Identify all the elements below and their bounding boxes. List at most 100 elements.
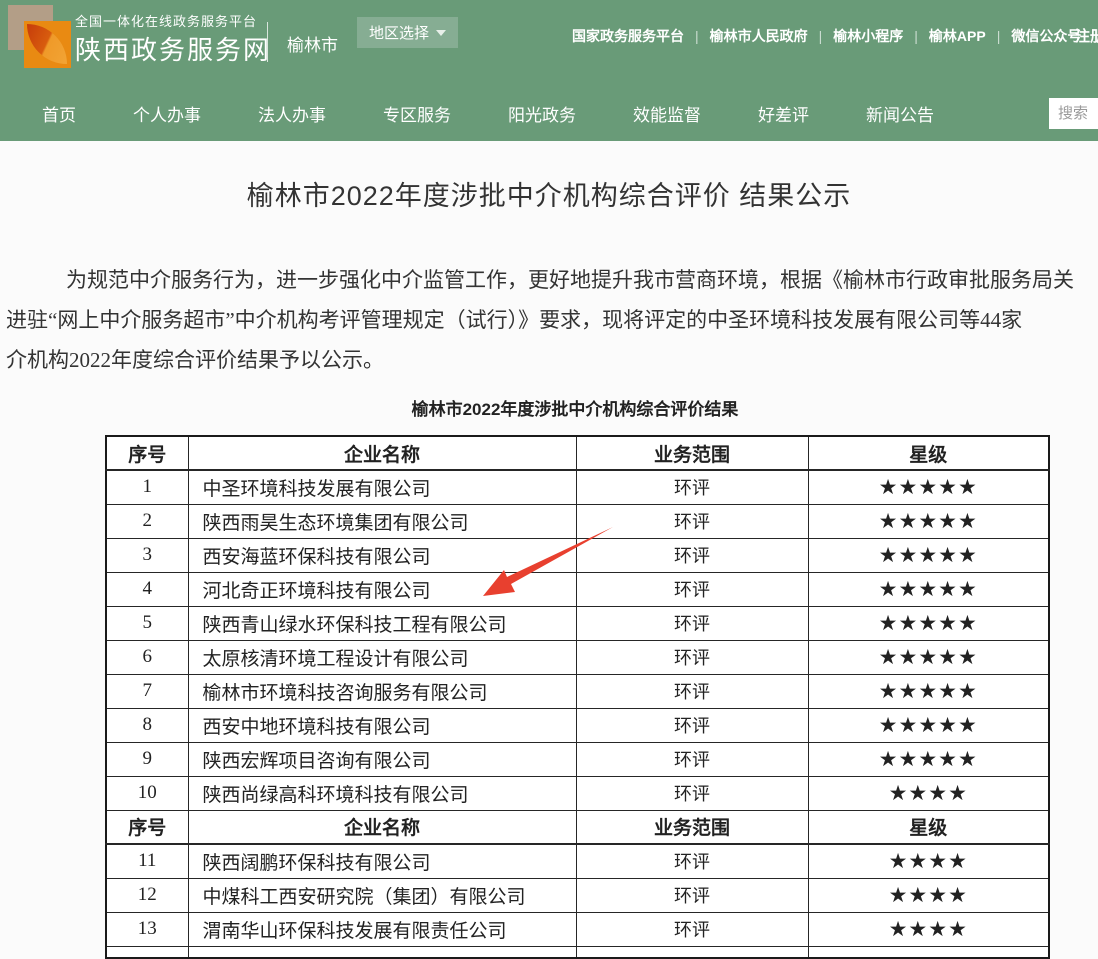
cell-no: 7 — [106, 674, 188, 708]
logo-orange-square — [24, 21, 71, 68]
header-divider — [267, 22, 268, 62]
nav-item-4[interactable]: 阳光政务 — [508, 101, 576, 126]
link-separator: | — [695, 28, 699, 44]
cell-scope: 环评 — [576, 742, 808, 776]
page: { "colors": { "header_green": "#699b78",… — [0, 0, 1098, 947]
cell-scope: 环评 — [576, 470, 808, 504]
cell-name: 陕西宏辉项目咨询有限公司 — [188, 742, 576, 776]
table-row: 1中圣环境科技发展有限公司环评★★★★★ — [106, 470, 1049, 504]
link-separator: | — [914, 28, 918, 44]
cell-no: 3 — [106, 538, 188, 572]
cell-stars: ★★★★★ — [808, 674, 1049, 708]
table-row: 2陕西雨昊生态环境集团有限公司环评★★★★★ — [106, 504, 1049, 538]
cell-scope: 环评 — [576, 708, 808, 742]
chevron-down-icon — [436, 30, 446, 36]
cell-name: 太原核清环境工程设计有限公司 — [188, 640, 576, 674]
cell-name: 西安海蓝环保科技有限公司 — [188, 538, 576, 572]
cell-empty — [106, 946, 188, 958]
table-row: 10陕西尚绿高科环境科技有限公司环评★★★★ — [106, 776, 1049, 810]
table-header-row: 序号企业名称业务范围星级 — [106, 436, 1049, 470]
nav-item-5[interactable]: 效能监督 — [633, 101, 701, 126]
table-row-partial — [106, 946, 1049, 958]
header-link-0[interactable]: 国家政务服务平台 — [572, 26, 684, 46]
nav-item-6[interactable]: 好差评 — [758, 101, 809, 126]
paragraph-line: 为规范中介服务行为，进一步强化中介监管工作，更好地提升我市营商环境，根据《榆林市… — [0, 260, 1098, 300]
search-input[interactable]: 搜索 — [1049, 98, 1098, 129]
cell-scope: 环评 — [576, 844, 808, 878]
cell-no: 6 — [106, 640, 188, 674]
nav-item-3[interactable]: 专区服务 — [383, 101, 451, 126]
header-link-1[interactable]: 榆林市人民政府 — [710, 26, 808, 46]
cell-no: 11 — [106, 844, 188, 878]
link-separator: | — [819, 28, 823, 44]
header-link-4[interactable]: 微信公众号 — [1011, 26, 1081, 46]
cell-scope: 环评 — [576, 640, 808, 674]
cell-empty — [188, 946, 576, 958]
nav-item-7[interactable]: 新闻公告 — [866, 101, 934, 126]
page-title: 榆林市2022年度涉批中介机构综合评价 结果公示 — [0, 174, 1098, 213]
header-link-3[interactable]: 榆林APP — [929, 26, 986, 46]
announcement-paragraph: 为规范中介服务行为，进一步强化中介监管工作，更好地提升我市营商环境，根据《榆林市… — [0, 260, 1098, 380]
table-row: 4河北奇正环境科技有限公司环评★★★★★ — [106, 572, 1049, 606]
header-link-2[interactable]: 榆林小程序 — [833, 26, 903, 46]
current-city-label: 榆林市 — [287, 31, 338, 56]
table-row: 5陕西青山绿水环保科技工程有限公司环评★★★★★ — [106, 606, 1049, 640]
table-header-row: 序号企业名称业务范围星级 — [106, 810, 1049, 844]
cell-name: 榆林市环境科技咨询服务有限公司 — [188, 674, 576, 708]
cell-scope: 环评 — [576, 606, 808, 640]
cell-scope: 环评 — [576, 504, 808, 538]
evaluation-table: 序号企业名称业务范围星级1中圣环境科技发展有限公司环评★★★★★2陕西雨昊生态环… — [105, 435, 1050, 959]
nav-item-1[interactable]: 个人办事 — [133, 101, 201, 126]
cell-name: 陕西雨昊生态环境集团有限公司 — [188, 504, 576, 538]
cell-scope: 环评 — [576, 878, 808, 912]
cell-name: 河北奇正环境科技有限公司 — [188, 572, 576, 606]
cell-stars: ★★★★★ — [808, 606, 1049, 640]
cell-name: 陕西阔鹏环保科技有限公司 — [188, 844, 576, 878]
cell-no: 5 — [106, 606, 188, 640]
cell-name: 中圣环境科技发展有限公司 — [188, 470, 576, 504]
cell-no: 9 — [106, 742, 188, 776]
cell-scope: 环评 — [576, 572, 808, 606]
cell-stars: ★★★★★ — [808, 504, 1049, 538]
column-header-2: 业务范围 — [576, 810, 808, 844]
region-select-button[interactable]: 地区选择 — [357, 17, 458, 48]
cell-stars: ★★★★ — [808, 844, 1049, 878]
column-header-0: 序号 — [106, 436, 188, 470]
table-row: 12中煤科工西安研究院（集团）有限公司环评★★★★ — [106, 878, 1049, 912]
table-row: 13渭南华山环保科技发展有限责任公司环评★★★★ — [106, 912, 1049, 946]
column-header-3: 星级 — [808, 810, 1049, 844]
table-row: 7榆林市环境科技咨询服务有限公司环评★★★★★ — [106, 674, 1049, 708]
site-logo[interactable] — [8, 5, 71, 68]
table-row: 3西安海蓝环保科技有限公司环评★★★★★ — [106, 538, 1049, 572]
cell-scope: 环评 — [576, 538, 808, 572]
cell-scope: 环评 — [576, 674, 808, 708]
main-nav: 首页 个人办事 法人办事 专区服务 阳光政务 效能监督 好差评 新闻公告 搜索 — [0, 85, 1098, 141]
cell-scope: 环评 — [576, 776, 808, 810]
cell-stars: ★★★★★ — [808, 572, 1049, 606]
table-row: 6太原核清环境工程设计有限公司环评★★★★★ — [106, 640, 1049, 674]
column-header-2: 业务范围 — [576, 436, 808, 470]
cell-name: 西安中地环境科技有限公司 — [188, 708, 576, 742]
nav-item-0[interactable]: 首页 — [42, 101, 76, 126]
nav-item-2[interactable]: 法人办事 — [258, 101, 326, 126]
link-separator: | — [997, 28, 1001, 44]
region-select-label: 地区选择 — [369, 22, 429, 43]
table-row: 9陕西宏辉项目咨询有限公司环评★★★★★ — [106, 742, 1049, 776]
cell-stars: ★★★★ — [808, 912, 1049, 946]
table-caption: 榆林市2022年度涉批中介机构综合评价结果 — [26, 395, 1098, 420]
register-link[interactable]: 注册 — [1075, 25, 1098, 46]
cell-name: 渭南华山环保科技发展有限责任公司 — [188, 912, 576, 946]
cell-stars: ★★★★★ — [808, 470, 1049, 504]
column-header-3: 星级 — [808, 436, 1049, 470]
header-quick-links: 国家政务服务平台 | 榆林市人民政府 | 榆林小程序 | 榆林APP | 微信公众号 — [572, 26, 1081, 46]
cell-no: 1 — [106, 470, 188, 504]
paragraph-line: 进驻“网上中介服务超市”中介机构考评管理规定（试行）》要求，现将评定的中圣环境科… — [0, 300, 1098, 340]
cell-no: 8 — [106, 708, 188, 742]
cell-no: 2 — [106, 504, 188, 538]
cell-no: 12 — [106, 878, 188, 912]
platform-tagline: 全国一体化在线政务服务平台 — [75, 11, 257, 30]
column-header-1: 企业名称 — [188, 436, 576, 470]
table-row: 11陕西阔鹏环保科技有限公司环评★★★★ — [106, 844, 1049, 878]
cell-empty — [576, 946, 808, 958]
logo-leaf-icon — [27, 24, 67, 64]
